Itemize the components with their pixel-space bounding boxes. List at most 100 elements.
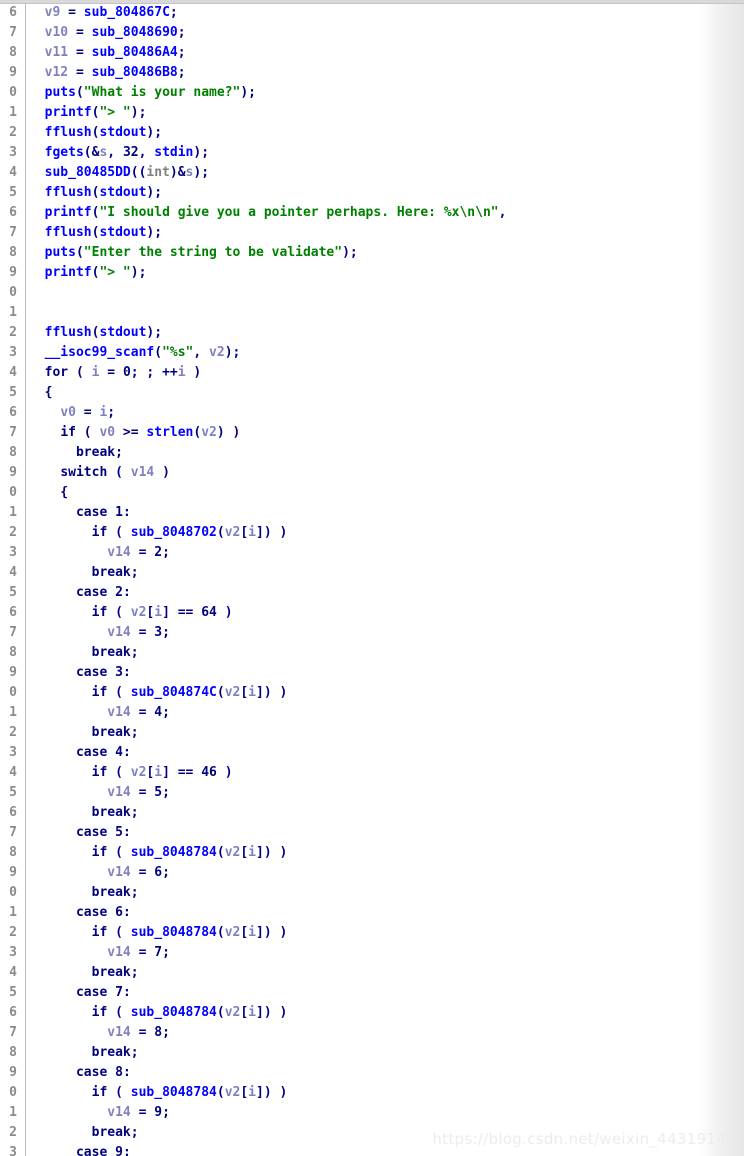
- token-punct[interactable]: =: [131, 785, 154, 800]
- code-line-text[interactable]: case 4:: [29, 743, 131, 763]
- code-line-text[interactable]: v9 = sub_804867C;: [29, 3, 178, 23]
- code-line-text[interactable]: if ( sub_8048784(v2[i]) ): [29, 843, 288, 863]
- token-punct[interactable]: );: [131, 265, 147, 280]
- token-punct[interactable]: ]) ): [256, 925, 287, 940]
- token-punct[interactable]: [29, 865, 107, 880]
- token-var[interactable]: i: [154, 605, 162, 620]
- code-line-text[interactable]: case 5:: [29, 823, 131, 843]
- code-line-text[interactable]: break;: [29, 563, 139, 583]
- code-line[interactable]: 5 case 2:: [0, 583, 744, 603]
- token-cast[interactable]: int: [146, 165, 169, 180]
- token-var[interactable]: i: [178, 365, 186, 380]
- token-punct[interactable]: );: [146, 325, 162, 340]
- token-punct[interactable]: [107, 1065, 115, 1080]
- token-fn[interactable]: stdout: [99, 325, 146, 340]
- token-punct[interactable]: ;: [178, 65, 186, 80]
- token-punct[interactable]: (: [107, 925, 130, 940]
- token-punct[interactable]: ;: [131, 1045, 139, 1060]
- token-punct[interactable]: [29, 25, 45, 40]
- token-punct[interactable]: [29, 525, 92, 540]
- token-punct[interactable]: [29, 685, 92, 700]
- token-var[interactable]: i: [154, 765, 162, 780]
- code-line-text[interactable]: case 3:: [29, 663, 131, 683]
- token-punct[interactable]: [29, 205, 45, 220]
- token-punct[interactable]: =: [131, 1105, 154, 1120]
- token-num[interactable]: 64: [201, 605, 217, 620]
- token-punct[interactable]: [107, 905, 115, 920]
- token-punct[interactable]: =: [68, 25, 91, 40]
- code-line[interactable]: 5 {: [0, 383, 744, 403]
- token-punct[interactable]: (: [217, 1005, 225, 1020]
- code-line-text[interactable]: v0 = i;: [29, 403, 115, 423]
- code-line-text[interactable]: {: [29, 383, 53, 403]
- token-punct[interactable]: [: [240, 1005, 248, 1020]
- token-punct[interactable]: [29, 185, 45, 200]
- token-punct[interactable]: (: [107, 465, 130, 480]
- token-punct[interactable]: (: [76, 245, 84, 260]
- token-kw[interactable]: break: [76, 445, 115, 460]
- token-punct[interactable]: ;: [131, 725, 139, 740]
- token-punct[interactable]: :: [123, 505, 131, 520]
- code-line[interactable]: 0 puts("What is your name?");: [0, 83, 744, 103]
- token-punct[interactable]: [29, 605, 92, 620]
- token-punct[interactable]: {: [29, 385, 53, 400]
- token-punct[interactable]: [29, 65, 45, 80]
- code-line[interactable]: 9 v14 = 6;: [0, 863, 744, 883]
- code-line[interactable]: 1 case 1:: [0, 503, 744, 523]
- code-line[interactable]: 1 case 6:: [0, 903, 744, 923]
- token-punct[interactable]: ;: [162, 1105, 170, 1120]
- code-line[interactable]: 3 fgets(&s, 32, stdin);: [0, 143, 744, 163]
- token-kw[interactable]: case: [76, 665, 107, 680]
- token-punct[interactable]: (: [107, 605, 130, 620]
- token-punct[interactable]: ;: [162, 945, 170, 960]
- token-punct[interactable]: ;: [107, 405, 115, 420]
- code-line-text[interactable]: v14 = 6;: [29, 863, 170, 883]
- token-punct[interactable]: [107, 665, 115, 680]
- token-punct[interactable]: [107, 505, 115, 520]
- token-punct[interactable]: ]) ): [256, 1085, 287, 1100]
- token-punct[interactable]: ): [186, 365, 201, 380]
- token-num[interactable]: 46: [201, 765, 217, 780]
- code-line-text[interactable]: v14 = 5;: [29, 783, 170, 803]
- token-punct[interactable]: [29, 245, 45, 260]
- token-fn[interactable]: sub_8048784: [131, 925, 217, 940]
- token-var[interactable]: v2: [201, 425, 217, 440]
- token-punct[interactable]: [29, 625, 107, 640]
- token-str[interactable]: "%s": [162, 345, 193, 360]
- token-num[interactable]: 1: [115, 505, 123, 520]
- code-line-text[interactable]: fflush(stdout);: [29, 123, 162, 143]
- token-punct[interactable]: ;: [170, 5, 178, 20]
- token-kw[interactable]: break: [92, 965, 131, 980]
- code-line-text[interactable]: break;: [29, 723, 139, 743]
- token-kw[interactable]: if: [92, 1085, 108, 1100]
- code-line[interactable]: 9 switch ( v14 ): [0, 463, 744, 483]
- token-punct[interactable]: (: [68, 365, 91, 380]
- token-punct[interactable]: :: [123, 585, 131, 600]
- code-line-text[interactable]: case 7:: [29, 983, 131, 1003]
- code-line[interactable]: 7 v14 = 3;: [0, 623, 744, 643]
- token-punct[interactable]: ;: [162, 1025, 170, 1040]
- token-punct[interactable]: (: [107, 685, 130, 700]
- token-fn[interactable]: strlen: [146, 425, 193, 440]
- token-punct[interactable]: [29, 345, 45, 360]
- token-punct[interactable]: ((: [131, 165, 147, 180]
- token-var[interactable]: v2: [131, 765, 147, 780]
- token-fn[interactable]: fflush: [45, 185, 92, 200]
- token-punct[interactable]: [29, 125, 45, 140]
- token-var[interactable]: i: [248, 525, 256, 540]
- token-fn[interactable]: sub_804874C: [131, 685, 217, 700]
- token-fn[interactable]: puts: [45, 245, 76, 260]
- token-punct[interactable]: ,: [139, 145, 155, 160]
- token-kw[interactable]: case: [76, 1065, 107, 1080]
- token-kw[interactable]: break: [92, 805, 131, 820]
- token-fn[interactable]: fgets: [45, 145, 84, 160]
- token-var[interactable]: i: [248, 1005, 256, 1020]
- code-line[interactable]: 0 if ( sub_8048784(v2[i]) ): [0, 1083, 744, 1103]
- token-kw[interactable]: case: [76, 905, 107, 920]
- code-line[interactable]: 7 v10 = sub_8048690;: [0, 23, 744, 43]
- token-fn[interactable]: fflush: [45, 225, 92, 240]
- code-line-text[interactable]: v14 = 4;: [29, 703, 170, 723]
- token-punct[interactable]: [107, 585, 115, 600]
- code-line-text[interactable]: if ( sub_804874C(v2[i]) ): [29, 683, 288, 703]
- code-line[interactable]: 2 if ( sub_8048702(v2[i]) ): [0, 523, 744, 543]
